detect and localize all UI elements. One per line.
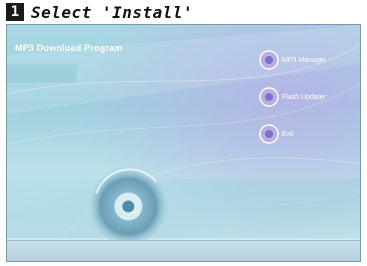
- menu-item-exit[interactable]: Exit: [259, 124, 294, 144]
- step-number-badge: 1: [6, 3, 24, 21]
- bottom-bar: [7, 240, 360, 261]
- menu-item-install[interactable]: MP3 Manager: [259, 50, 326, 70]
- exit-icon: [259, 124, 279, 144]
- menu-item-label: MP3 Manager: [282, 56, 326, 64]
- menu-item-update[interactable]: Flash Updater: [259, 87, 326, 107]
- step-header: 1 Select 'Install': [6, 1, 193, 23]
- install-icon: [259, 50, 279, 70]
- menu-item-label: Flash Updater: [282, 93, 326, 101]
- menu-item-label: Exit: [282, 130, 294, 138]
- window-title: MP3 Download Program: [15, 43, 123, 53]
- step-instruction: Select 'Install': [31, 2, 194, 22]
- installer-window: MP3 Download Program MP3 Manager Flash U…: [6, 24, 361, 262]
- update-icon: [259, 87, 279, 107]
